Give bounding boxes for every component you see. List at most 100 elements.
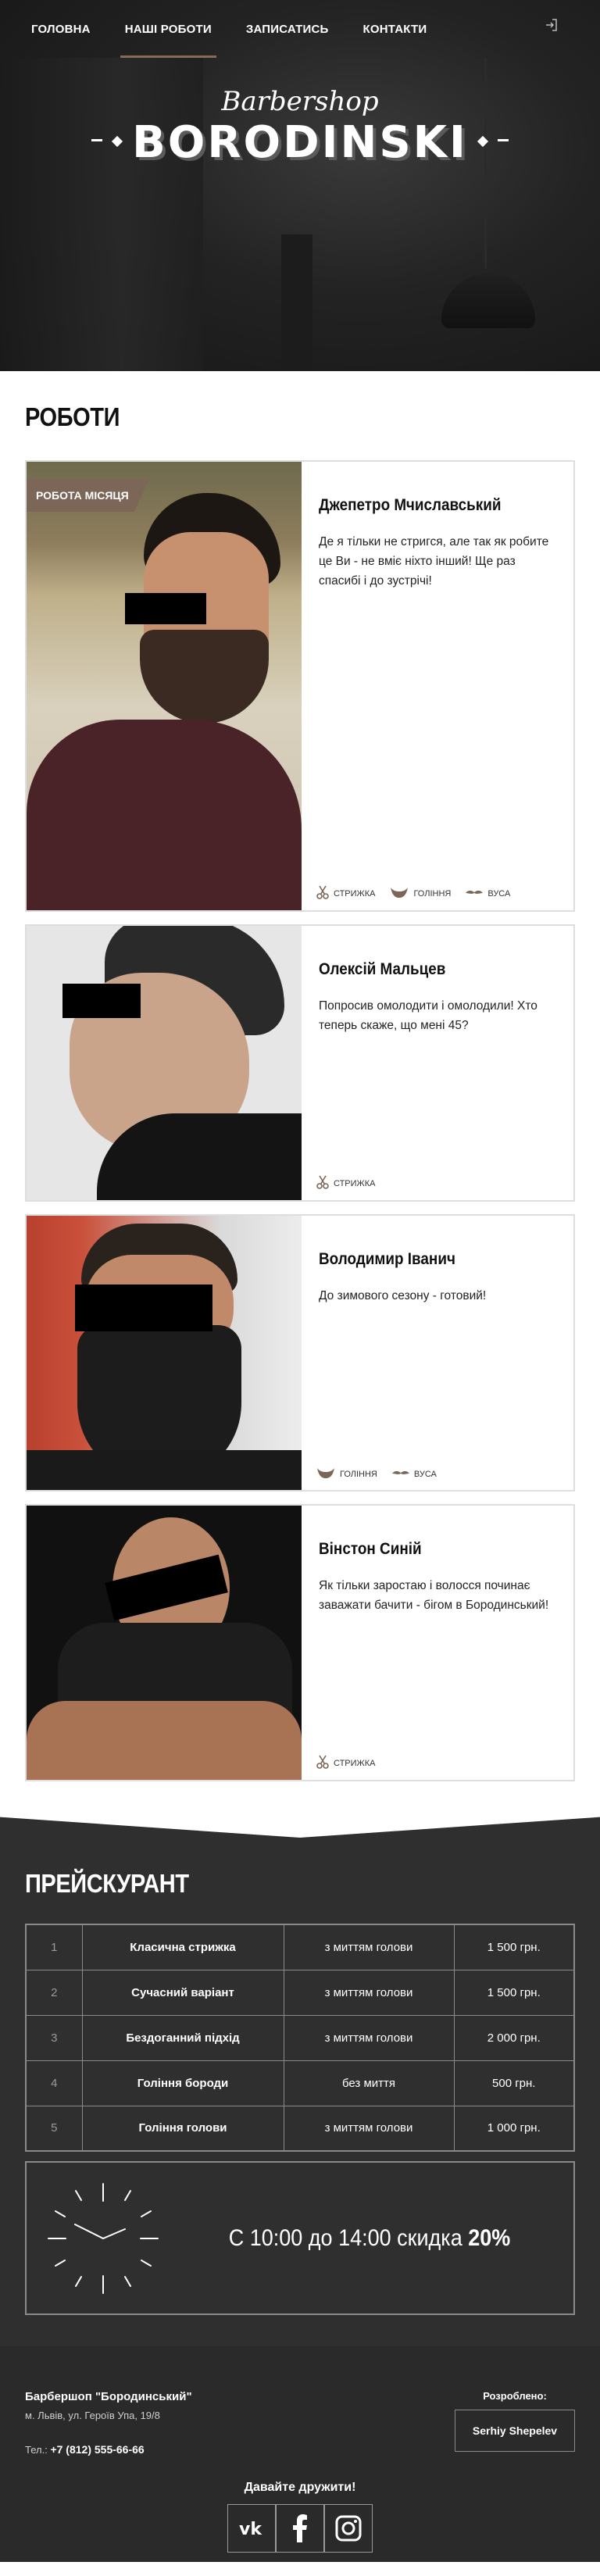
footer-info: Барбершоп "Бородинський" м. Львів, ул. Г…	[25, 2346, 575, 2456]
scissors-icon	[316, 884, 334, 902]
price-row-number: 2	[25, 1969, 83, 2016]
work-photo	[27, 1216, 302, 1490]
nav-item-works[interactable]: НАШІ РОБОТИ	[120, 0, 216, 58]
price-row-price: 2 000 грн.	[453, 2014, 575, 2061]
price-row-price: 1 500 грн.	[453, 1969, 575, 2016]
work-photo	[27, 926, 302, 1200]
footer-developer: Розроблено: Serhiy Shepelev	[455, 2390, 575, 2456]
logo: BORODINSKI	[0, 117, 600, 168]
client-arms	[27, 1701, 302, 1780]
service-tag: ВУСА	[465, 888, 510, 899]
footer: Барбершоп "Бородинський" м. Львів, ул. Г…	[0, 2346, 600, 2562]
work-info: Олексій Мальцев Попросив омолодити і омо…	[302, 926, 573, 1200]
price-row-number: 5	[25, 2105, 83, 2152]
work-of-month-badge: РОБОТА МІСЯЦЯ	[27, 479, 149, 512]
developer-label: Розроблено:	[483, 2390, 547, 2402]
price-row-number: 3	[25, 2014, 83, 2061]
beard-icon	[389, 885, 413, 902]
instagram-icon[interactable]	[324, 2504, 373, 2553]
service-tags: СТРИЖКА ГОЛІННЯ ВУСА	[316, 884, 524, 902]
service-tag-label: СТРИЖКА	[334, 1178, 376, 1188]
work-card[interactable]: РОБОТА МІСЯЦЯ Джепетро Мчиславський Де я…	[25, 460, 575, 912]
price-row-service: Бездоганний підхід	[81, 2014, 284, 2061]
logo-ornament	[477, 135, 488, 147]
logo-ornament	[497, 139, 509, 142]
developer-link[interactable]: Serhiy Shepelev	[455, 2410, 575, 2452]
logo-main-text: BORODINSKI	[132, 117, 468, 168]
price-row-note: без миття	[283, 2060, 455, 2106]
price-row-service: Гоління бороди	[81, 2060, 284, 2106]
nav-item-contacts[interactable]: КОНТАКТИ	[363, 0, 427, 58]
logo-ornament	[112, 135, 123, 147]
face-censor-bar	[75, 1284, 212, 1331]
table-row: 4 Гоління бороди без миття 500 грн.	[25, 2060, 575, 2106]
svg-text:vk: vk	[239, 2520, 262, 2537]
price-section: ПРЕЙСКУРАНТ 1 Класична стрижка з миттям …	[0, 1814, 600, 2346]
footer-address: м. Львів, ул. Героїв Упа, 19/8	[25, 2410, 160, 2421]
price-row-price: 500 грн.	[453, 2060, 575, 2106]
scissors-icon	[316, 1754, 334, 1772]
logo-script: Barbershop	[221, 86, 379, 117]
table-row: 1 Класична стрижка з миттям голови 1 500…	[25, 1924, 575, 1970]
vk-icon[interactable]: vk	[227, 2504, 276, 2553]
table-row: 2 Сучасний варіант з миттям голови 1 500…	[25, 1969, 575, 2016]
social-heading: Давайте дружити!	[244, 2481, 356, 2494]
scissors-icon	[316, 1174, 334, 1192]
client-quote: Де я тільки не стригся, але так як робит…	[319, 535, 549, 588]
sign-in-icon[interactable]	[544, 17, 559, 33]
footer-contacts: Барбершоп "Бородинський" м. Львів, ул. Г…	[25, 2390, 192, 2456]
price-row-service: Сучасний варіант	[81, 1969, 284, 2016]
service-tags: СТРИЖКА	[316, 1754, 389, 1772]
service-tag-label: ВУСА	[413, 1469, 437, 1479]
work-photo: РОБОТА МІСЯЦЯ	[27, 462, 302, 910]
footer-phone: Тел.: +7 (812) 555-66-66	[25, 2443, 192, 2456]
work-card[interactable]: Вінстон Синій Як тільки заростаю і волос…	[25, 1504, 575, 1781]
price-row-number: 4	[25, 2060, 83, 2106]
face-censor-bar	[125, 593, 206, 624]
facebook-icon[interactable]	[276, 2504, 324, 2553]
logo-ornament	[91, 139, 103, 142]
client-shirt	[27, 1450, 302, 1490]
service-tags: СТРИЖКА	[316, 1174, 389, 1192]
service-tag: ГОЛІННЯ	[389, 885, 451, 902]
price-row-note: з миттям голови	[283, 2105, 455, 2152]
client-name: Володимир Іванич	[319, 1250, 455, 1268]
price-row-service: Класична стрижка	[81, 1924, 284, 1970]
work-card[interactable]: Олексій Мальцев Попросив омолодити і омо…	[25, 924, 575, 1202]
clock-icon	[41, 2176, 166, 2301]
footer-phone-label: Тел.:	[25, 2444, 48, 2456]
price-row-note: з миттям голови	[283, 2014, 455, 2061]
client-quote: Як тільки заростаю і волосся починає зав…	[319, 1579, 549, 1612]
service-tag-label: СТРИЖКА	[334, 1758, 376, 1768]
service-tags: ГОЛІННЯ ВУСА	[316, 1466, 451, 1482]
work-info: Вінстон Синій Як тільки заростаю і волос…	[302, 1506, 573, 1780]
service-tag-label: ВУСА	[488, 888, 511, 899]
work-card[interactable]: Володимир Іванич До зимового сезону - го…	[25, 1214, 575, 1492]
main-nav: ГОЛОВНА НАШІ РОБОТИ ЗАПИСАТИСЬ КОНТАКТИ	[0, 0, 600, 58]
footer-phone-number[interactable]: +7 (812) 555-66-66	[50, 2443, 144, 2456]
nav-item-booking[interactable]: ЗАПИСАТИСЬ	[246, 0, 329, 58]
price-row-price: 1 500 грн.	[453, 1924, 575, 1970]
face-censor-bar	[62, 984, 141, 1018]
discount-value: 20%	[468, 2224, 511, 2251]
price-title: ПРЕЙСКУРАНТ	[25, 1869, 189, 1898]
discount-text: С 10:00 до 14:00 скидка 20%	[186, 2225, 553, 2252]
work-photo	[27, 1506, 302, 1780]
client-beard	[140, 630, 269, 723]
service-tag-label: ГОЛІННЯ	[413, 888, 452, 899]
nav-item-home[interactable]: ГОЛОВНА	[31, 0, 91, 58]
price-row-service: Гоління голови	[81, 2105, 284, 2152]
service-tag: ВУСА	[391, 1469, 437, 1479]
price-table: 1 Класична стрижка з миттям голови 1 500…	[25, 1924, 575, 2152]
client-name: Вінстон Синій	[319, 1540, 422, 1558]
lamp-icon	[441, 273, 535, 328]
client-name: Олексій Мальцев	[319, 960, 446, 978]
client-name: Джепетро Мчиславський	[319, 496, 502, 514]
service-tag-label: СТРИЖКА	[334, 888, 376, 899]
footer-company-name: Барбершоп "Бородинський"	[25, 2390, 192, 2403]
table-row: 5 Гоління голови з миттям голови 1 000 г…	[25, 2105, 575, 2152]
service-tag: СТРИЖКА	[316, 1174, 375, 1192]
work-info: Володимир Іванич До зимового сезону - го…	[302, 1216, 573, 1490]
hero-background-post	[281, 234, 312, 371]
service-tag-label: ГОЛІННЯ	[340, 1469, 377, 1479]
